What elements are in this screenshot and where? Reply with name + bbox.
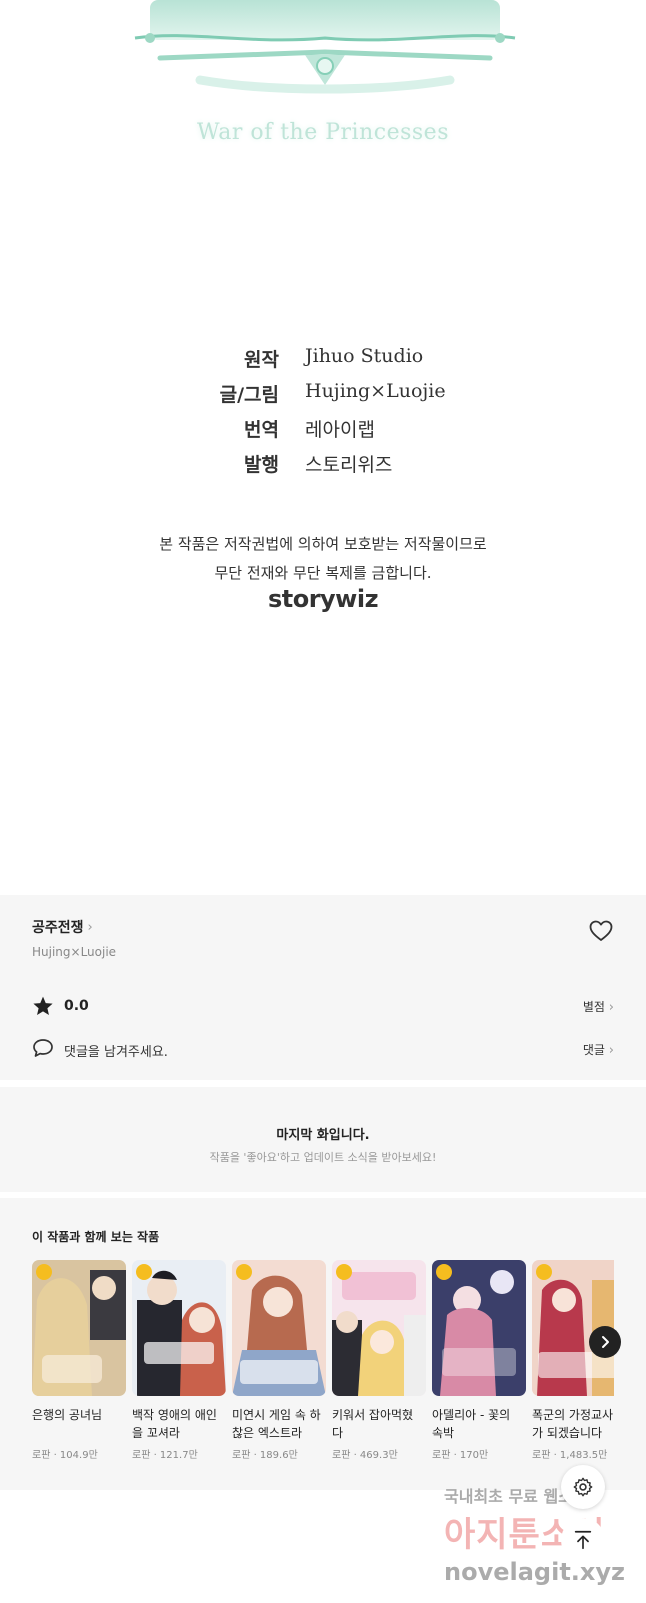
publisher-logo: storywiz [267,585,379,613]
clock-badge-icon [136,1264,152,1280]
recommendation-name: 미연시 게임 속 하찮은 엑스트라 [232,1408,321,1440]
comment-link[interactable]: 댓글 › [583,1041,614,1058]
recommendation-name: 아델리아 - 꽃의 속박 [432,1408,511,1440]
gear-icon [573,1477,593,1497]
chevron-right-icon [602,1336,609,1348]
recommendation-thumbnail [32,1260,126,1396]
cover-art [132,1260,226,1396]
cover-art [232,1260,326,1396]
last-episode-panel: 마지막 화입니다. 작품을 '좋아요'하고 업데이트 소식을 받아보세요! [0,1087,646,1192]
chevron-right-icon: › [608,1000,614,1015]
rating-link-label: 별점 [582,1000,605,1014]
copyright-line: 본 작품은 저작권법에 의하여 보호받는 저작물이므로 [159,535,487,553]
work-title: 공주전쟁 [32,920,84,936]
cover-art [432,1260,526,1396]
recommendation-thumbnail [432,1260,526,1396]
last-episode-title: 마지막 화입니다. [276,1128,370,1143]
last-episode-subtitle: 작품을 '좋아요'하고 업데이트 소식을 받아보세요! [209,1151,437,1164]
copyright-line: 무단 전재와 무단 복제를 금합니다. [214,564,432,582]
recommendation-name: 백작 영애의 애인을 꼬셔라 [132,1408,217,1440]
recommendation-thumbnail [232,1260,326,1396]
comment-bubble-icon [33,1039,53,1057]
chevron-right-icon: › [608,1043,614,1058]
cover-art [32,1260,126,1396]
clock-badge-icon [436,1264,452,1280]
recommendation-meta: 로판 · 1,483.5만 [532,1450,608,1461]
viewer-page: War of the Princesses 원작 Jihuo Studio 글/… [0,0,646,1603]
copyright-notice: 본 작품은 저작권법에 의하여 보호받는 저작물이므로 무단 전재와 무단 복제… [0,530,646,588]
recommendation-thumbnail [132,1260,226,1396]
credit-value: 레아이랩 [305,419,375,441]
recommendation-meta: 로판 · 104.9만 [32,1450,98,1461]
settings-button[interactable] [561,1465,605,1509]
recommendation-name: 폭군의 가정교사가 되겠습니다 [532,1408,614,1440]
clock-badge-icon [336,1264,352,1280]
watermark-url: novelagit.xyz [444,1558,626,1586]
title-logo-subtitle: War of the Princesses [197,120,449,145]
chevron-right-icon: › [87,919,93,935]
credit-row-publisher: 발행 스토리위즈 [0,450,646,485]
work-author: Hujing×Luojie [32,945,117,959]
comment-link-label: 댓글 [582,1043,605,1057]
recommendation-meta: 로판 · 121.7만 [132,1450,198,1461]
recommendation-card[interactable]: 아델리아 - 꽃의 속박 로판 · 170만 [432,1260,526,1461]
recommendation-card[interactable]: 백작 영애의 애인을 꼬셔라 로판 · 121.7만 [132,1260,226,1461]
comment-row[interactable]: 댓글을 남겨주세요. 댓글 › [32,1038,614,1060]
credits-block: 원작 Jihuo Studio 글/그림 Hujing×Luojie 번역 레아… [0,345,646,485]
clock-badge-icon [36,1264,52,1280]
recommendation-meta: 로판 · 189.6만 [232,1450,298,1461]
credit-row-original: 원작 Jihuo Studio [0,345,646,380]
work-info-panel: 공주전쟁 › Hujing×Luojie 0.0 별점 › 댓글을 남겨주세요.… [0,895,646,1080]
credit-row-writer-artist: 글/그림 Hujing×Luojie [0,380,646,415]
recommendation-thumbnail [332,1260,426,1396]
credit-label: 번역 [244,419,279,441]
rating-value: 0.0 [64,998,89,1014]
credit-value: Hujing×Luojie [305,380,446,402]
credit-value: Jihuo Studio [305,345,424,367]
clock-badge-icon [536,1264,552,1280]
arrow-up-icon [574,1530,592,1550]
recommendation-name: 키워서 잡아먹혔다 [332,1408,414,1440]
recommendation-meta: 로판 · 469.3만 [332,1450,398,1461]
credit-label: 발행 [244,454,279,476]
work-title-link[interactable]: 공주전쟁 › [32,917,93,937]
clock-badge-icon [236,1264,252,1280]
recommendation-card[interactable]: 은행의 공녀님 로판 · 104.9만 [32,1260,126,1461]
carousel-next-button[interactable] [589,1326,621,1358]
recommendations-title: 이 작품과 함께 보는 작품 [32,1230,160,1244]
credit-row-translation: 번역 레아이랩 [0,415,646,450]
credit-value: 스토리위즈 [305,454,393,476]
rating-link[interactable]: 별점 › [583,998,614,1015]
comment-prompt: 댓글을 남겨주세요. [64,1045,168,1060]
recommendation-card[interactable]: 폭군의 가정교사가 되겠습니다 로판 · 1,483.5만 [532,1260,614,1461]
heart-icon[interactable] [589,920,613,942]
comic-page: War of the Princesses 원작 Jihuo Studio 글/… [0,0,646,895]
recommendation-card[interactable]: 키워서 잡아먹혔다 로판 · 469.3만 [332,1260,426,1461]
star-icon [33,996,53,1015]
recommendation-name: 은행의 공녀님 [32,1408,103,1422]
credit-label: 글/그림 [219,384,279,406]
recommendation-card[interactable]: 미연시 게임 속 하찮은 엑스트라 로판 · 189.6만 [232,1260,326,1461]
recommendation-list: 은행의 공녀님 로판 · 104.9만 백작 영애의 애인을 꼬셔라 로판 · … [32,1260,614,1480]
rating-row: 0.0 별점 › [32,995,614,1017]
cover-art [332,1260,426,1396]
scroll-top-button[interactable] [561,1518,605,1562]
title-logo-art [134,0,516,94]
recommendation-meta: 로판 · 170만 [432,1450,489,1461]
credit-label: 원작 [244,349,279,371]
recommendations-panel: 이 작품과 함께 보는 작품 은행의 공녀님 로판 · 104.9만 백작 영애… [0,1198,646,1490]
